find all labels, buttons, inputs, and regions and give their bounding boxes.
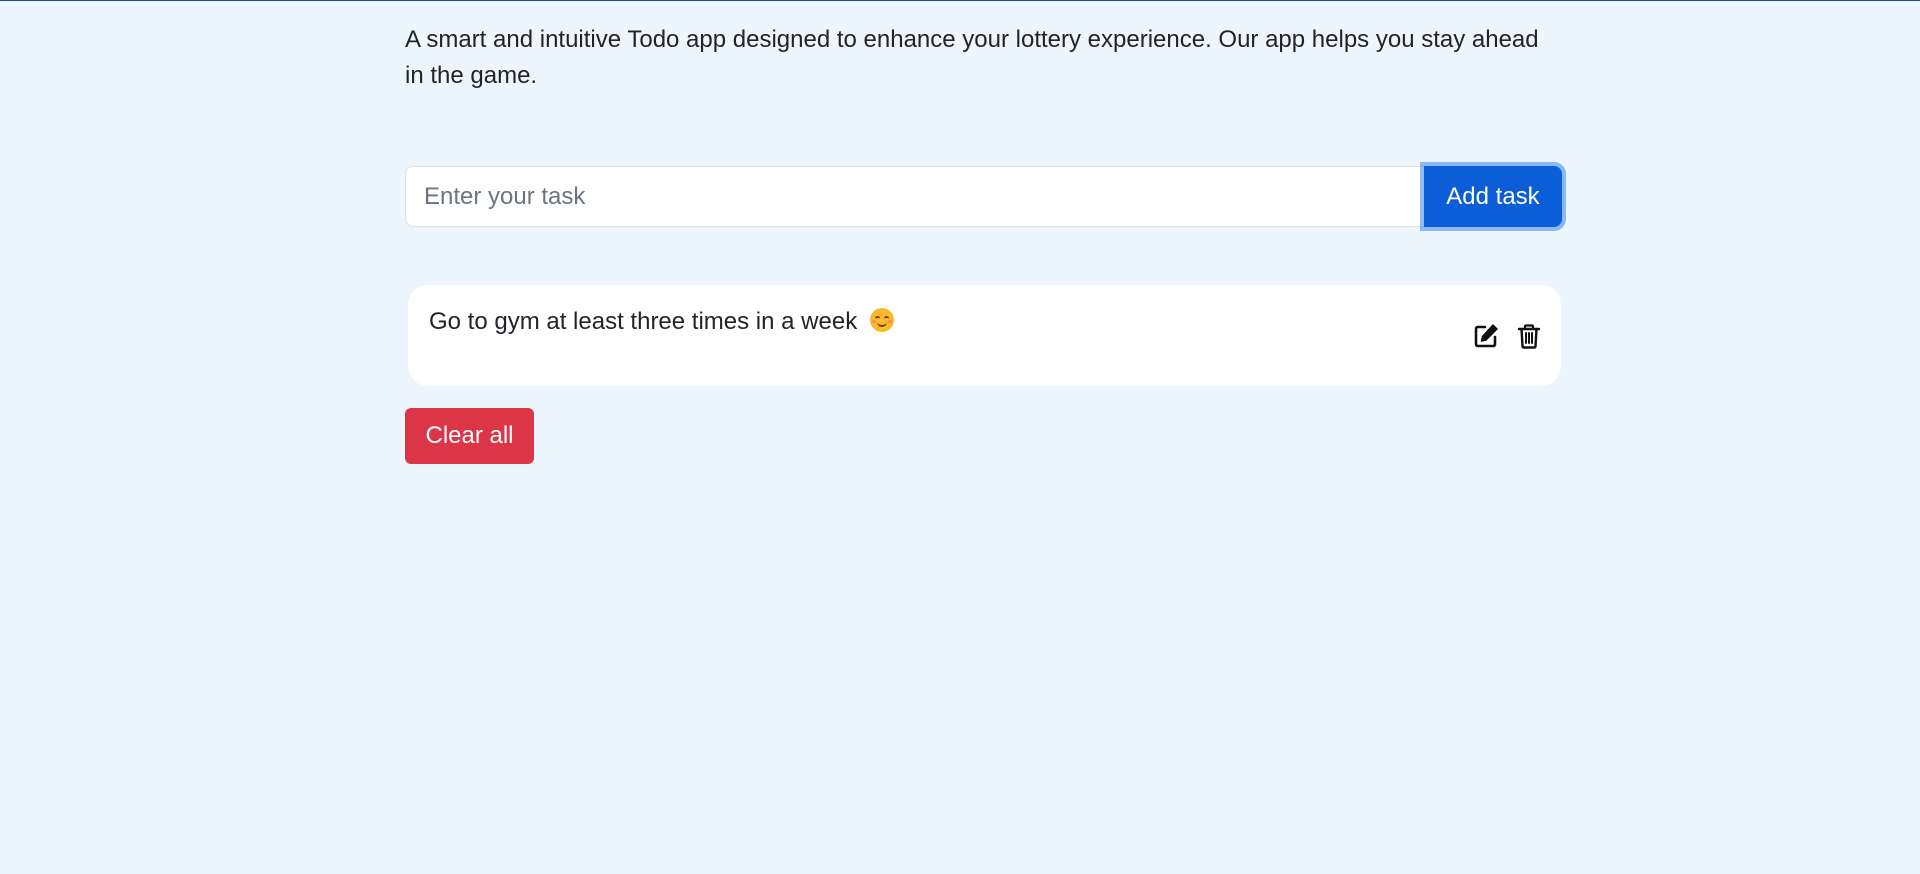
edit-icon	[1474, 324, 1498, 348]
task-item: Go to gym at least three times in a week	[408, 285, 1561, 386]
edit-task-button[interactable]	[1472, 322, 1500, 350]
top-border	[0, 0, 1920, 1]
app-description: A smart and intuitive Todo app designed …	[405, 26, 1539, 89]
task-input[interactable]	[405, 166, 1424, 227]
trash-icon	[1517, 324, 1541, 349]
task-input-group: Add task	[405, 166, 1562, 227]
add-task-button[interactable]: Add task	[1424, 166, 1562, 227]
task-text-wrapper: Go to gym at least three times in a week	[429, 307, 894, 337]
clear-all-button[interactable]: Clear all	[405, 408, 534, 464]
smiling-face-icon	[869, 308, 894, 332]
task-text: Go to gym at least three times in a week	[429, 308, 858, 335]
delete-task-button[interactable]	[1515, 322, 1543, 350]
